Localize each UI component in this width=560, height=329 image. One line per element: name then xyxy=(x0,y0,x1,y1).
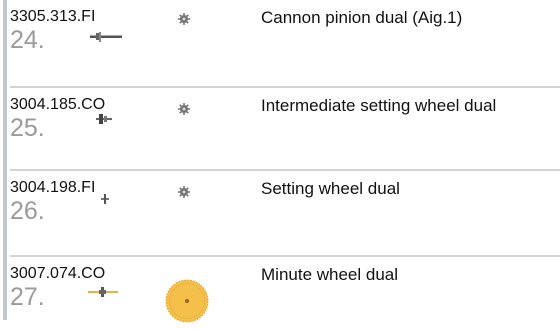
part-code: 3004.185.CO xyxy=(10,96,106,113)
part-row[interactable]: 3305.313.FI 24. Cannon pinion dual (Aig.… xyxy=(10,8,560,72)
left-border-rule xyxy=(3,0,7,320)
small-gear-icon xyxy=(178,13,190,25)
setting-wheel-side-icon xyxy=(101,194,109,204)
part-code: 3004.198.FI xyxy=(10,179,96,196)
small-gear-icon xyxy=(178,103,190,115)
part-number: 26. xyxy=(10,197,45,225)
part-description: Intermediate setting wheel dual xyxy=(261,96,497,115)
part-description: Setting wheel dual xyxy=(261,179,400,198)
part-row[interactable]: 3004.198.FI 26. Setting wheel dual xyxy=(10,179,560,243)
part-description: Cannon pinion dual (Aig.1) xyxy=(261,8,463,27)
large-gold-gear-icon xyxy=(165,279,209,323)
part-code: 3305.313.FI xyxy=(10,8,96,25)
part-row[interactable]: 3004.185.CO 25. Intermediate setting whe… xyxy=(10,96,560,160)
small-gear-icon xyxy=(178,186,190,198)
cannon-pinion-icon xyxy=(90,32,122,42)
row-divider xyxy=(10,86,560,88)
part-description: Minute wheel dual xyxy=(261,265,399,284)
part-number: 27. xyxy=(10,283,45,311)
row-divider xyxy=(10,169,560,171)
minute-wheel-side-icon xyxy=(88,287,118,297)
part-code: 3007.074.CO xyxy=(10,265,106,282)
intermediate-wheel-side-icon xyxy=(96,114,112,124)
row-divider xyxy=(10,255,560,257)
part-number: 24. xyxy=(10,26,45,54)
part-number: 25. xyxy=(10,114,45,142)
part-row[interactable]: 3007.074.CO 27. Minute wheel dual xyxy=(10,265,560,329)
